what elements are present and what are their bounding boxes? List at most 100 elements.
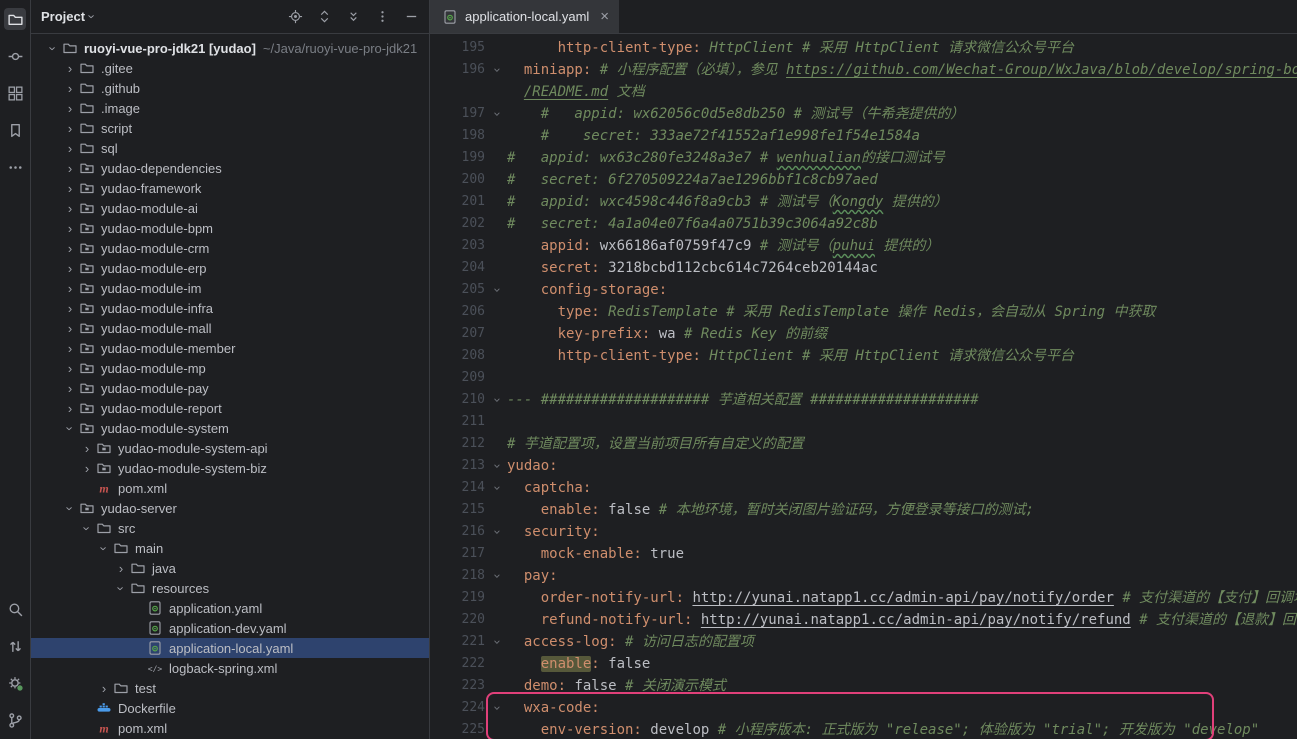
chevron-collapsed-icon[interactable]: ›: [62, 141, 78, 156]
chevron-collapsed-icon[interactable]: ›: [62, 361, 78, 376]
close-icon[interactable]: ×: [600, 8, 609, 25]
chevron-expanded-icon[interactable]: ›: [97, 540, 112, 556]
code-line-204[interactable]: 204 secret: 3218bcbd112cbc614c7264ceb201…: [430, 257, 1297, 279]
tree-item-yudao-module-system[interactable]: ›yudao-module-system: [31, 418, 429, 438]
code-line-210[interactable]: 210›--- #################### 芋道相关配置 ####…: [430, 389, 1297, 411]
fold-chevron-icon[interactable]: ›: [485, 697, 507, 719]
code-line-221[interactable]: 221› access-log: # 访问日志的配置项: [430, 631, 1297, 653]
tree-item-yudao-module-pay[interactable]: ›yudao-module-pay: [31, 378, 429, 398]
tree-item-yudao-module-crm[interactable]: ›yudao-module-crm: [31, 238, 429, 258]
tree-item-yudao-server[interactable]: ›yudao-server: [31, 498, 429, 518]
tree-item-resources[interactable]: ›resources: [31, 578, 429, 598]
chevron-collapsed-icon[interactable]: ›: [79, 461, 95, 476]
code-line-217[interactable]: 217 mock-enable: true: [430, 543, 1297, 565]
hide-panel-icon[interactable]: [401, 7, 421, 27]
tree-item-yudao-module-bpm[interactable]: ›yudao-module-bpm: [31, 218, 429, 238]
tree-item--github[interactable]: ›.github: [31, 78, 429, 98]
code-line-207[interactable]: 207 key-prefix: wa # Redis Key 的前缀: [430, 323, 1297, 345]
code-line-222[interactable]: 222 enable: false: [430, 653, 1297, 675]
fold-chevron-icon[interactable]: ›: [485, 103, 507, 125]
tree-item-application-dev-yaml[interactable]: application-dev.yaml: [31, 618, 429, 638]
code-line-220[interactable]: 220 refund-notify-url: http://yunai.nata…: [430, 609, 1297, 631]
tree-item-src[interactable]: ›src: [31, 518, 429, 538]
code-line-197[interactable]: 197› # appid: wx62056c0d5e8db250 # 测试号（牛…: [430, 103, 1297, 125]
tree-item-pom-xml[interactable]: mpom.xml: [31, 478, 429, 498]
chevron-collapsed-icon[interactable]: ›: [62, 121, 78, 136]
code-line-219[interactable]: 219 order-notify-url: http://yunai.natap…: [430, 587, 1297, 609]
chevron-expanded-icon[interactable]: ›: [80, 520, 95, 536]
tree-item-yudao-module-mall[interactable]: ›yudao-module-mall: [31, 318, 429, 338]
tree-item-application-local-yaml[interactable]: application-local.yaml: [31, 638, 429, 658]
code-line-225[interactable]: 225 env-version: develop # 小程序版本: 正式版为 "…: [430, 719, 1297, 739]
tree-item--gitee[interactable]: ›.gitee: [31, 58, 429, 78]
commit-icon[interactable]: [4, 45, 26, 67]
code-line-196[interactable]: 196› miniapp: # 小程序配置（必填），参见 https://git…: [430, 59, 1297, 81]
code-line-223[interactable]: 223 demo: false # 关闭演示模式: [430, 675, 1297, 697]
project-tool-icon[interactable]: [4, 8, 26, 30]
fold-chevron-icon[interactable]: ›: [485, 631, 507, 653]
chevron-collapsed-icon[interactable]: ›: [96, 681, 112, 696]
updown-arrows-icon[interactable]: [4, 635, 26, 657]
chevron-collapsed-icon[interactable]: ›: [62, 341, 78, 356]
chevron-collapsed-icon[interactable]: ›: [62, 241, 78, 256]
tree-item-yudao-module-infra[interactable]: ›yudao-module-infra: [31, 298, 429, 318]
code-line-201[interactable]: 201# appid: wxc4598c446f8a9cb3 # 测试号（Kon…: [430, 191, 1297, 213]
chevron-down-icon[interactable]: ›: [85, 14, 100, 18]
tree-item-ruoyi-vue-pro-jdk21-yudao-[interactable]: ›ruoyi-vue-pro-jdk21 [yudao]~/Java/ruoyi…: [31, 38, 429, 58]
fold-chevron-icon[interactable]: ›: [485, 279, 507, 301]
tree-item--image[interactable]: ›.image: [31, 98, 429, 118]
chevron-collapsed-icon[interactable]: ›: [62, 161, 78, 176]
chevron-collapsed-icon[interactable]: ›: [62, 81, 78, 96]
services-icon[interactable]: [4, 672, 26, 694]
modules-icon[interactable]: [4, 82, 26, 104]
chevron-collapsed-icon[interactable]: ›: [62, 101, 78, 116]
code-line-199[interactable]: 199# appid: wx63c280fe3248a3e7 # wenhual…: [430, 147, 1297, 169]
code-line-206[interactable]: 206 type: RedisTemplate # 采用 RedisTempla…: [430, 301, 1297, 323]
tree-item-yudao-module-system-api[interactable]: ›yudao-module-system-api: [31, 438, 429, 458]
fold-chevron-icon[interactable]: ›: [485, 521, 507, 543]
code-line-202[interactable]: 202# secret: 4a1a04e07f6a4a0751b39c3064a…: [430, 213, 1297, 235]
collapse-all-icon[interactable]: [343, 7, 363, 27]
fold-chevron-icon[interactable]: ›: [485, 455, 507, 477]
fold-chevron-icon[interactable]: ›: [485, 477, 507, 499]
tree-item-yudao-module-im[interactable]: ›yudao-module-im: [31, 278, 429, 298]
code-line-215[interactable]: 215 enable: false # 本地环境，暂时关闭图片验证码，方便登录等…: [430, 499, 1297, 521]
code-line-wrap[interactable]: /README.md 文档: [430, 81, 1297, 103]
chevron-collapsed-icon[interactable]: ›: [62, 301, 78, 316]
fold-chevron-icon[interactable]: ›: [485, 565, 507, 587]
chevron-expanded-icon[interactable]: ›: [46, 40, 61, 56]
code-line-213[interactable]: 213›yudao:: [430, 455, 1297, 477]
tree-item-sql[interactable]: ›sql: [31, 138, 429, 158]
chevron-collapsed-icon[interactable]: ›: [62, 201, 78, 216]
code-line-198[interactable]: 198 # secret: 333ae72f41552af1e998fe1f54…: [430, 125, 1297, 147]
code-line-209[interactable]: 209: [430, 367, 1297, 389]
code-line-208[interactable]: 208 http-client-type: HttpClient # 采用 Ht…: [430, 345, 1297, 367]
chevron-collapsed-icon[interactable]: ›: [62, 281, 78, 296]
git-branch-icon[interactable]: [4, 709, 26, 731]
chevron-expanded-icon[interactable]: ›: [63, 500, 78, 516]
tree-item-yudao-module-report[interactable]: ›yudao-module-report: [31, 398, 429, 418]
chevron-collapsed-icon[interactable]: ›: [62, 381, 78, 396]
chevron-collapsed-icon[interactable]: ›: [79, 441, 95, 456]
code-line-212[interactable]: 212# 芋道配置项，设置当前项目所有自定义的配置: [430, 433, 1297, 455]
tree-item-application-yaml[interactable]: application.yaml: [31, 598, 429, 618]
chevron-collapsed-icon[interactable]: ›: [62, 61, 78, 76]
code-line-224[interactable]: 224› wxa-code:: [430, 697, 1297, 719]
tree-item-yudao-module-ai[interactable]: ›yudao-module-ai: [31, 198, 429, 218]
tree-item-java[interactable]: ›java: [31, 558, 429, 578]
fold-chevron-icon[interactable]: ›: [485, 59, 507, 81]
chevron-collapsed-icon[interactable]: ›: [62, 321, 78, 336]
bookmarks-icon[interactable]: [4, 119, 26, 141]
tree-item-logback-spring-xml[interactable]: </>logback-spring.xml: [31, 658, 429, 678]
tree-item-dockerfile[interactable]: Dockerfile: [31, 698, 429, 718]
tree-item-yudao-module-member[interactable]: ›yudao-module-member: [31, 338, 429, 358]
code-line-218[interactable]: 218› pay:: [430, 565, 1297, 587]
tree-item-main[interactable]: ›main: [31, 538, 429, 558]
tab-application-local-yaml[interactable]: application-local.yaml ×: [430, 0, 619, 33]
code-line-203[interactable]: 203 appid: wx66186af0759f47c9 # 测试号（puhu…: [430, 235, 1297, 257]
fold-chevron-icon[interactable]: ›: [485, 389, 507, 411]
tree-item-yudao-framework[interactable]: ›yudao-framework: [31, 178, 429, 198]
chevron-collapsed-icon[interactable]: ›: [62, 181, 78, 196]
tree-item-yudao-dependencies[interactable]: ›yudao-dependencies: [31, 158, 429, 178]
chevron-collapsed-icon[interactable]: ›: [113, 561, 129, 576]
